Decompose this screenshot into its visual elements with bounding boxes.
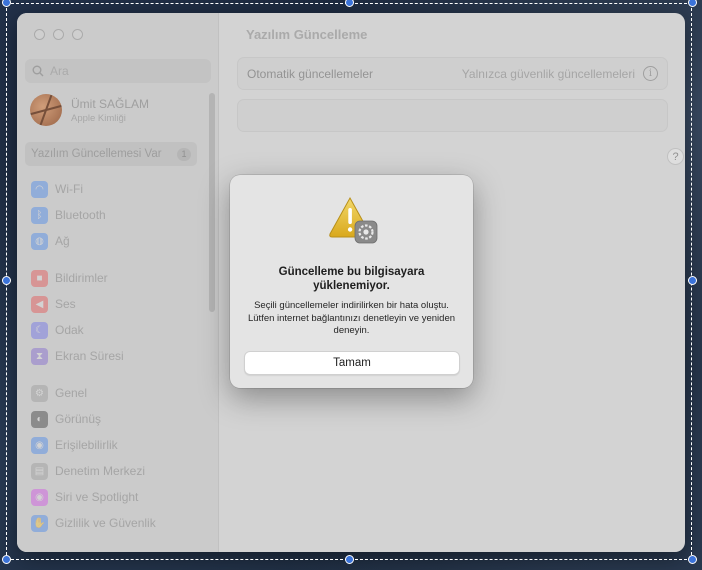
resize-handle-right[interactable] [688,276,697,285]
resize-handle-bottom-right[interactable] [688,555,697,564]
dialog-message: Seçili güncellemeler indirilirken bir ha… [247,300,456,336]
warning-icon [327,195,379,247]
resize-handle-left[interactable] [2,276,11,285]
resize-handle-bottom[interactable] [345,555,354,564]
dialog-title: Güncelleme bu bilgisayara yüklenemiyor. [278,266,425,292]
resize-handle-bottom-left[interactable] [2,555,11,564]
ok-button[interactable]: Tamam [244,351,460,375]
error-alert-dialog: Güncelleme bu bilgisayara yüklenemiyor. … [230,175,473,388]
